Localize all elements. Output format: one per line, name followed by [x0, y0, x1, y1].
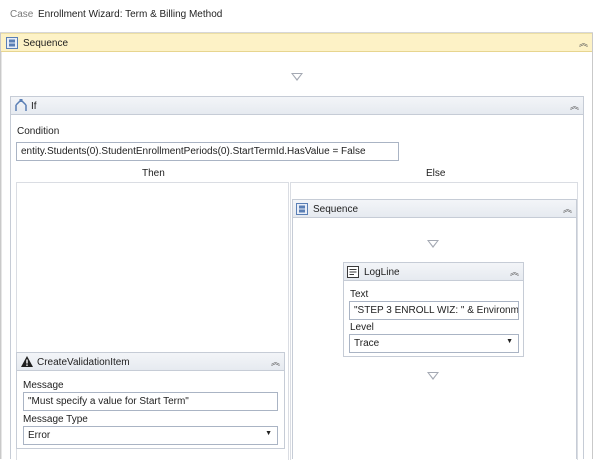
drop-target-icon[interactable] [291, 73, 303, 81]
collapse-icon[interactable]: ︽ [510, 265, 519, 278]
logline-icon [347, 266, 359, 278]
sequence-icon [296, 203, 308, 215]
text-field[interactable]: "STEP 3 ENROLL WIZ: " & Environme [349, 301, 519, 320]
collapse-icon[interactable]: ︽ [579, 36, 588, 49]
warning-icon [21, 356, 33, 367]
inner-sequence-label: Sequence [313, 204, 359, 215]
drop-target-icon[interactable] [427, 372, 439, 380]
text-label: Text [350, 289, 369, 300]
message-label: Message [23, 380, 64, 391]
sequence-icon [6, 37, 18, 49]
level-label: Level [350, 322, 374, 333]
collapse-icon[interactable]: ︽ [271, 355, 280, 368]
collapse-icon[interactable]: ︽ [570, 99, 579, 112]
inner-sequence-header[interactable]: Sequence ︽ [293, 200, 576, 218]
else-label: Else [426, 168, 446, 179]
breadcrumb-case[interactable]: Case [10, 9, 33, 20]
outer-sequence-header[interactable]: Sequence ︽ [1, 33, 592, 52]
message-type-select[interactable]: Error ▼ [23, 426, 278, 445]
message-field[interactable]: "Must specify a value for Start Term" [23, 392, 278, 411]
drop-target-icon[interactable] [427, 240, 439, 248]
create-validation-item[interactable]: CreateValidationItem ︽ Message "Must spe… [16, 352, 285, 449]
logline-header[interactable]: LogLine ︽ [344, 263, 523, 281]
validation-item-header[interactable]: CreateValidationItem ︽ [17, 353, 284, 371]
outer-sequence-label: Sequence [23, 38, 69, 49]
level-select[interactable]: Trace ▼ [349, 334, 519, 353]
logline-label: LogLine [364, 267, 400, 278]
chevron-down-icon[interactable]: ▼ [506, 338, 513, 345]
if-icon [15, 99, 27, 111]
breadcrumb-title[interactable]: Enrollment Wizard: Term & Billing Method [38, 9, 222, 20]
message-type-label: Message Type [23, 414, 88, 425]
collapse-icon[interactable]: ︽ [563, 202, 572, 215]
if-label: If [31, 101, 37, 112]
condition-label: Condition [17, 126, 60, 137]
chevron-down-icon[interactable]: ▼ [265, 430, 272, 437]
validation-item-label: CreateValidationItem [37, 357, 130, 368]
if-header[interactable]: If ︽ [11, 97, 583, 115]
breadcrumb: Case Enrollment Wizard: Term & Billing M… [0, 0, 593, 33]
level-value: Trace [354, 338, 380, 349]
logline-activity[interactable]: LogLine ︽ Text "STEP 3 ENROLL WIZ: " & E… [343, 262, 524, 357]
then-label: Then [142, 168, 165, 179]
message-type-value: Error [28, 430, 51, 441]
condition-field[interactable]: entity.Students(0).StudentEnrollmentPeri… [16, 142, 399, 161]
